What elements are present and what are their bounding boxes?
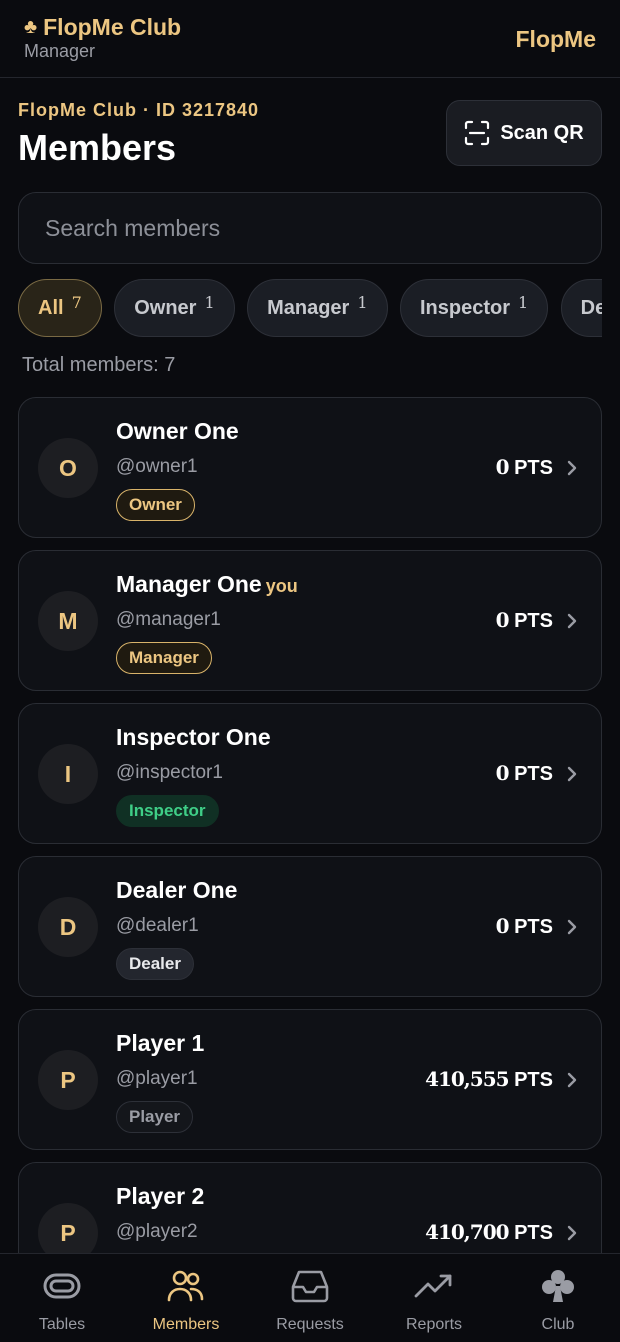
member-name: Owner One [116,418,239,444]
filter-chip-all[interactable]: All 7 [18,279,102,337]
role-badge: Player [116,1101,194,1133]
nav-reports[interactable]: Reports [372,1254,496,1342]
member-name: Player 2 [116,1183,205,1209]
filter-chip-inspector[interactable]: Inspector 1 [399,279,549,337]
nav-label: Members [152,1316,220,1333]
member-name: Dealer One [116,877,238,903]
chip-count: 7 [71,292,82,312]
member-points: 410,555 PTS [425,1067,553,1091]
member-card[interactable]: D Dealer One @dealer1 Dealer 0 PTS [18,856,602,997]
member-name: Inspector One [116,724,271,750]
member-handle: @player1 [116,1068,198,1089]
member-points: 0 PTS [495,455,553,479]
chip-count: 1 [357,292,368,312]
scan-qr-icon [465,120,490,146]
member-handle: @inspector1 [116,762,223,783]
member-list: O Owner One @owner1 Owner 0 PTS M Manage… [18,397,602,1315]
you-tag: you [265,576,298,596]
chevron-right-icon [567,766,577,782]
member-points: 410,700 PTS [425,1220,553,1244]
role-filter-chips: All 7 Owner 1 Manager 1 Inspector 1 Dealer1 [18,279,602,339]
member-points: 0 PTS [495,761,553,785]
avatar: D [38,897,98,957]
club-icon [542,1270,574,1302]
total-members: Total members: 7 [22,354,176,376]
scan-qr-button[interactable]: Scan QR [446,100,602,166]
chevron-right-icon [567,460,577,476]
member-card[interactable]: P Player 1 @player1 Player 410,555 PTS [18,1009,602,1150]
chip-label: All [38,296,64,319]
nav-label: Tables [38,1316,86,1333]
member-points: 0 PTS [495,608,553,632]
filter-chip-owner[interactable]: Owner 1 [114,279,235,337]
role-badge: Owner [116,489,195,521]
avatar: M [38,591,98,651]
member-points: 0 PTS [495,914,553,938]
search-input[interactable] [18,192,602,264]
chevron-right-icon [567,919,577,935]
top-bar: ♣ FlopMe Club Manager FlopMe [0,0,620,78]
avatar: P [38,1050,98,1110]
nav-club[interactable]: Club [496,1254,620,1342]
filter-chip-dealer[interactable]: Dealer1 [560,279,602,337]
member-name: Player 1 [116,1030,205,1056]
member-card[interactable]: I Inspector One @inspector1 Inspector 0 … [18,703,602,844]
nav-label: Club [541,1316,575,1333]
club-icon: ♣ [24,16,38,38]
nav-label: Reports [405,1316,463,1333]
member-handle: @manager1 [116,609,221,630]
filter-chip-manager[interactable]: Manager 1 [247,279,388,337]
brand-logo: FlopMe [515,26,597,52]
chip-count: 1 [204,292,215,312]
chip-label: Manager [267,296,350,319]
role-badge: Manager [116,642,212,674]
trending-up-icon [414,1274,452,1298]
club-title-row: ♣ FlopMe Club [24,14,596,40]
nav-label: Requests [276,1316,344,1333]
nav-tables[interactable]: Tables [0,1254,124,1342]
nav-members[interactable]: Members [124,1254,248,1342]
member-card[interactable]: M Manager One you @manager1 Manager 0 PTS [18,550,602,691]
inbox-icon [291,1270,329,1303]
avatar: O [38,438,98,498]
current-role: Manager [24,41,96,61]
nav-requests[interactable]: Requests [248,1254,372,1342]
chip-count: 1 [518,292,529,312]
chip-label: Inspector [419,296,511,319]
chip-label: Dealer [580,296,602,319]
members-icon [167,1270,204,1302]
avatar: I [38,744,98,804]
club-name: FlopMe Club [43,14,182,40]
chip-label: Owner [134,296,197,319]
member-handle: @owner1 [116,456,198,477]
bottom-nav: Tables Members Requests Reports Club [0,1253,620,1342]
member-card[interactable]: O Owner One @owner1 Owner 0 PTS [18,397,602,538]
role-badge: Dealer [116,948,194,980]
chevron-right-icon [567,1072,577,1088]
role-badge: Inspector [116,795,219,827]
chevron-right-icon [567,1225,577,1241]
chevron-right-icon [567,613,577,629]
member-handle: @dealer1 [116,915,199,936]
tables-icon [43,1273,81,1299]
member-handle: @player2 [116,1221,198,1242]
member-name: Manager One you [116,571,298,597]
scan-qr-label: Scan QR [500,121,584,144]
